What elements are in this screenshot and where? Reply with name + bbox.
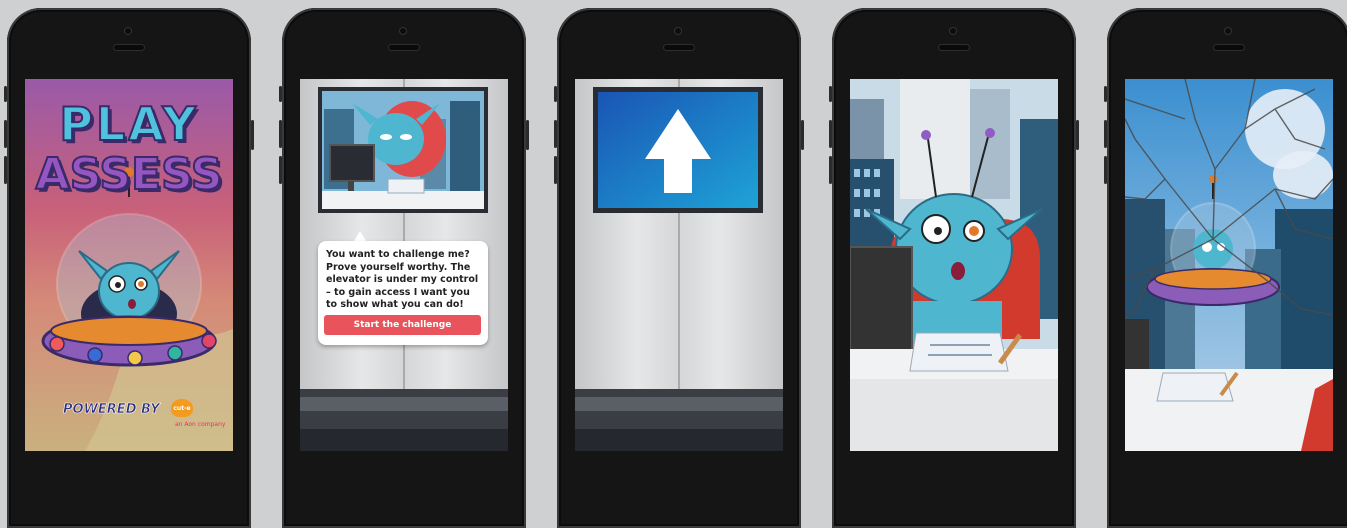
front-camera <box>125 28 131 34</box>
phone-elevator-screen <box>554 8 804 528</box>
cracked-glass-screen <box>1125 79 1333 451</box>
earpiece-speaker <box>939 45 969 50</box>
earpiece-speaker <box>664 45 694 50</box>
phone-title-screen: PLAY ASSESS POWERED BY cut-e an Aon comp… <box>4 8 254 528</box>
cracked-city-scene <box>1125 79 1333 451</box>
front-camera <box>400 28 406 34</box>
front-camera <box>675 28 681 34</box>
elevator-doors <box>575 79 783 451</box>
title-assess: ASSESS <box>35 148 224 201</box>
challenge-message: You want to challenge me? Prove yourself… <box>326 249 479 310</box>
aon-tagline: an Aon company <box>175 421 226 428</box>
phone-alien-screen <box>829 8 1079 528</box>
start-challenge-button[interactable]: Start the challenge <box>324 315 481 335</box>
earpiece-speaker <box>1214 45 1244 50</box>
elevator-screen <box>575 79 783 451</box>
title-screen: PLAY ASSESS POWERED BY cut-e an Aon comp… <box>25 79 233 451</box>
monitor-with-alien <box>318 87 488 213</box>
alien-office-scene <box>850 79 1058 451</box>
front-camera <box>950 28 956 34</box>
powered-by-label: POWERED BY <box>63 402 160 418</box>
earpiece-speaker <box>389 45 419 50</box>
front-camera <box>1225 28 1231 34</box>
earpiece-speaker <box>114 45 144 50</box>
phone-challenge-screen: You want to challenge me? Prove yourself… <box>279 8 529 528</box>
challenge-screen: You want to challenge me? Prove yourself… <box>300 79 508 451</box>
title-play: PLAY <box>58 96 199 152</box>
alien-closeup-screen <box>850 79 1058 451</box>
cute-logo: cut-e <box>171 399 193 417</box>
phone-cracked-screen <box>1104 8 1347 528</box>
speech-bubble: You want to challenge me? Prove yourself… <box>318 241 488 345</box>
